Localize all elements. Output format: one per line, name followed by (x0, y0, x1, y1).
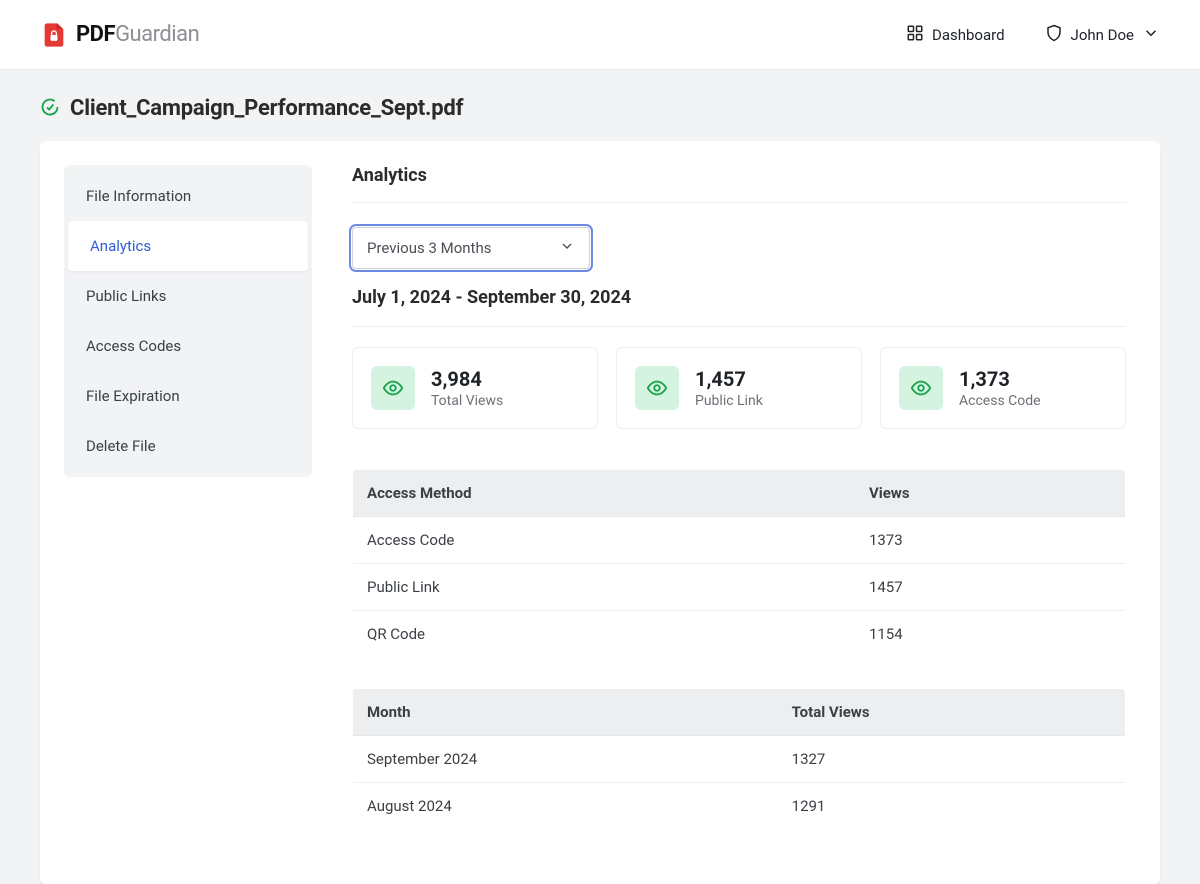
cell-method: Access Code (353, 517, 855, 564)
sidebar-item-label: File Information (86, 187, 191, 205)
table-header-row: Month Total Views (353, 689, 1126, 736)
eye-icon (899, 366, 943, 410)
cell-views: 1457 (855, 564, 1126, 611)
stat-label: Total Views (431, 393, 503, 409)
divider (352, 326, 1126, 327)
sidebar-item-label: File Expiration (86, 387, 180, 405)
stats-row: 3,984 Total Views 1,457 Public Link (352, 347, 1126, 429)
chevron-down-icon (1142, 24, 1160, 46)
cell-method: Public Link (353, 564, 855, 611)
sidebar-item-file-expiration[interactable]: File Expiration (64, 371, 312, 421)
nav-dashboard[interactable]: Dashboard (906, 24, 1005, 46)
pdf-lock-icon (40, 21, 68, 49)
table-row: Access Code 1373 (353, 517, 1126, 564)
stat-total-views: 3,984 Total Views (352, 347, 598, 429)
stat-value: 3,984 (431, 367, 503, 391)
date-range-value: Previous 3 Months (367, 239, 491, 257)
sidebar-item-label: Delete File (86, 437, 156, 455)
sidebar-item-label: Analytics (90, 237, 151, 255)
sidebar-item-access-codes[interactable]: Access Codes (64, 321, 312, 371)
analytics-panel: Analytics Previous 3 Months July 1, 2024… (352, 165, 1136, 860)
grid-icon (906, 24, 924, 46)
file-name-title: Client_Campaign_Performance_Sept.pdf (70, 96, 463, 121)
sidebar-item-delete-file[interactable]: Delete File (64, 421, 312, 471)
nav-dashboard-label: Dashboard (932, 26, 1005, 44)
col-access-method: Access Method (353, 470, 855, 517)
stat-value: 1,457 (695, 367, 763, 391)
cell-views: 1291 (778, 783, 1126, 830)
access-method-table: Access Method Views Access Code 1373 Pub… (352, 469, 1126, 658)
cell-method: QR Code (353, 611, 855, 658)
shield-icon (1045, 24, 1063, 46)
brand-logo[interactable]: PDFGuardian (40, 21, 199, 49)
cell-month: September 2024 (353, 736, 778, 783)
user-menu[interactable]: John Doe (1045, 24, 1160, 46)
sidebar-item-analytics[interactable]: Analytics (68, 221, 308, 271)
table-row: QR Code 1154 (353, 611, 1126, 658)
sidebar-item-label: Public Links (86, 287, 166, 305)
content-card: File Information Analytics Public Links … (40, 141, 1160, 884)
chevron-down-icon (559, 238, 575, 258)
col-month: Month (353, 689, 778, 736)
sidebar-item-public-links[interactable]: Public Links (64, 271, 312, 321)
brand-text: PDFGuardian (76, 22, 199, 47)
divider (352, 202, 1126, 203)
stat-label: Access Code (959, 393, 1041, 409)
stat-label: Public Link (695, 393, 763, 409)
sidebar-item-label: Access Codes (86, 337, 181, 355)
app-header: PDFGuardian Dashboard John Doe (0, 0, 1200, 70)
month-views-table: Month Total Views September 2024 1327 Au… (352, 688, 1126, 830)
col-views: Views (855, 470, 1126, 517)
cell-views: 1373 (855, 517, 1126, 564)
cell-views: 1154 (855, 611, 1126, 658)
page-title-row: Client_Campaign_Performance_Sept.pdf (40, 96, 1160, 121)
user-name: John Doe (1071, 26, 1134, 44)
table-header-row: Access Method Views (353, 470, 1126, 517)
date-range-select[interactable]: Previous 3 Months (352, 227, 590, 269)
side-nav: File Information Analytics Public Links … (64, 165, 312, 477)
header-right: Dashboard John Doe (906, 24, 1160, 46)
stat-public-link: 1,457 Public Link (616, 347, 862, 429)
cell-month: August 2024 (353, 783, 778, 830)
date-range-display: July 1, 2024 - September 30, 2024 (352, 287, 1126, 308)
analytics-title: Analytics (352, 165, 1126, 186)
table-row: August 2024 1291 (353, 783, 1126, 830)
col-total-views: Total Views (778, 689, 1126, 736)
eye-icon (371, 366, 415, 410)
eye-icon (635, 366, 679, 410)
sidebar-item-file-information[interactable]: File Information (64, 171, 312, 221)
check-circle-icon (40, 97, 60, 121)
cell-views: 1327 (778, 736, 1126, 783)
table-row: September 2024 1327 (353, 736, 1126, 783)
stat-access-code: 1,373 Access Code (880, 347, 1126, 429)
table-row: Public Link 1457 (353, 564, 1126, 611)
page-body: Client_Campaign_Performance_Sept.pdf Fil… (0, 70, 1200, 884)
stat-value: 1,373 (959, 367, 1041, 391)
